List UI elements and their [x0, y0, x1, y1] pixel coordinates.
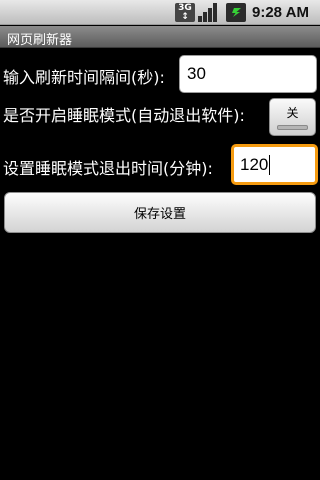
status-bar: 3G ↕ 9:28 AM — [0, 0, 320, 25]
sleep-mode-toggle[interactable]: 关 — [269, 98, 316, 136]
status-time: 9:28 AM — [252, 4, 309, 21]
refresh-interval-value: 30 — [187, 64, 206, 83]
battery-charging-icon — [226, 3, 246, 22]
sleep-mode-toggle-label: 关 — [286, 106, 299, 120]
sleep-exit-time-value: 120 — [240, 154, 269, 174]
app-title: 网页刷新器 — [7, 33, 73, 48]
refresh-interval-input[interactable]: 30 — [179, 55, 317, 93]
3g-icon: 3G ↕ — [175, 3, 195, 22]
signal-icon — [198, 3, 220, 22]
refresh-interval-label: 输入刷新时间隔间(秒): — [3, 68, 165, 87]
app-title-bar: 网页刷新器 — [0, 26, 320, 48]
sleep-exit-time-input[interactable]: 120 — [231, 144, 318, 185]
text-cursor — [269, 154, 271, 175]
sleep-exit-time-label: 设置睡眠模式退出时间(分钟): — [3, 159, 213, 178]
save-settings-button[interactable]: 保存设置 — [4, 192, 316, 233]
toggle-indicator-icon — [277, 125, 308, 130]
sleep-mode-label: 是否开启睡眠模式(自动退出软件): — [3, 106, 245, 125]
save-settings-label: 保存设置 — [133, 207, 186, 222]
